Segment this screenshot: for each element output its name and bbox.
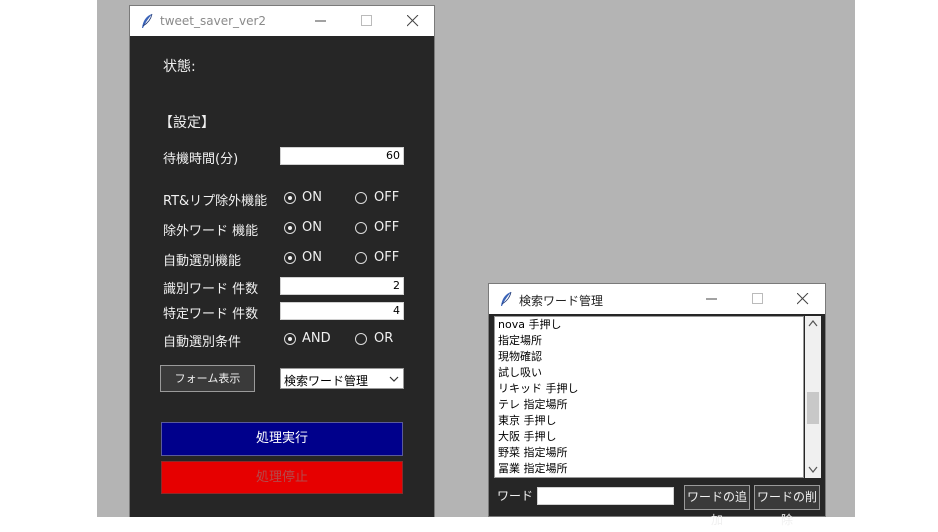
auto-select-condition-label: 自動選別条件 (163, 335, 242, 350)
specific-word-count-label: 特定ワード 件数 (163, 307, 259, 322)
list-item[interactable]: 冨業 指定場所 (498, 461, 568, 477)
run-button[interactable]: 処理実行 (161, 422, 403, 456)
list-item[interactable]: リキッド 手押し (498, 381, 579, 397)
auto-select-on-label: ON (302, 250, 322, 265)
minimize-button[interactable] (689, 284, 735, 314)
word-input[interactable] (537, 487, 674, 505)
list-item[interactable]: 大阪 手押し (498, 429, 557, 445)
search-word-window: 検索ワード管理 nova 手押し 指定場所 現物確認 試し吸い リキッド 手押し… (488, 283, 826, 527)
main-title-bar[interactable]: tweet_saver_ver2 (130, 6, 434, 36)
condition-and-label: AND (302, 331, 331, 346)
form-select-value: 検索ワード管理 (284, 374, 369, 388)
feather-icon (140, 13, 154, 29)
rt-reply-exclude-off-radio[interactable] (355, 192, 367, 204)
condition-and-radio[interactable] (284, 333, 296, 345)
scrollbar-thumb[interactable] (807, 392, 819, 424)
close-button[interactable] (390, 6, 436, 36)
scroll-up-icon[interactable] (808, 320, 818, 327)
close-button[interactable] (780, 284, 826, 314)
condition-or-radio[interactable] (355, 333, 367, 345)
list-item[interactable]: nova 手押し (498, 317, 561, 333)
add-word-button[interactable]: ワードの追加 (684, 485, 750, 527)
auto-select-off-radio[interactable] (355, 252, 367, 264)
sub-title-bar[interactable]: 検索ワード管理 (489, 284, 825, 314)
stop-button[interactable]: 処理停止 (161, 461, 403, 494)
rt-reply-exclude-off-label: OFF (374, 190, 400, 205)
exclude-word-off-label: OFF (374, 220, 400, 235)
chevron-down-icon (389, 376, 399, 382)
list-item[interactable]: 試し吸い (498, 365, 542, 381)
list-item[interactable]: 東京 手押し (498, 413, 557, 429)
main-window: tweet_saver_ver2 状態: 【設定】 待機時間(分) 60 RT&… (129, 5, 435, 517)
list-scrollbar[interactable] (805, 316, 821, 478)
form-select-dropdown[interactable]: 検索ワード管理 (280, 368, 404, 389)
main-window-title: tweet_saver_ver2 (160, 14, 267, 28)
auto-select-off-label: OFF (374, 250, 400, 265)
maximize-button[interactable] (344, 6, 390, 36)
exclude-word-on-radio[interactable] (284, 222, 296, 234)
delete-word-button[interactable]: ワードの削除 (754, 485, 820, 527)
form-display-button[interactable]: フォーム表示 (160, 365, 255, 392)
auto-select-on-radio[interactable] (284, 252, 296, 264)
rt-reply-exclude-on-radio[interactable] (284, 192, 296, 204)
condition-or-label: OR (374, 331, 394, 346)
exclude-word-off-radio[interactable] (355, 222, 367, 234)
minimize-button[interactable] (298, 6, 344, 36)
specific-word-count-input[interactable]: 4 (280, 302, 404, 320)
wait-time-label: 待機時間(分) (163, 152, 239, 167)
identify-word-count-label: 識別ワード 件数 (163, 282, 259, 297)
maximize-button[interactable] (735, 284, 781, 314)
auto-select-label: 自動選別機能 (163, 254, 242, 269)
scroll-down-icon[interactable] (808, 466, 818, 473)
sub-window-title: 検索ワード管理 (519, 294, 604, 308)
list-item[interactable]: 指定場所 (498, 333, 542, 349)
list-item[interactable]: 現物確認 (498, 349, 542, 365)
settings-header: 【設定】 (159, 115, 215, 131)
rt-reply-exclude-on-label: ON (302, 190, 322, 205)
exclude-word-label: 除外ワード 機能 (163, 224, 259, 239)
wait-time-input[interactable]: 60 (280, 147, 404, 165)
feather-icon (499, 291, 513, 307)
search-word-list[interactable]: nova 手押し 指定場所 現物確認 試し吸い リキッド 手押し テレ 指定場所… (494, 316, 804, 478)
list-item[interactable]: 野菜 指定場所 (498, 445, 568, 461)
identify-word-count-input[interactable]: 2 (280, 277, 404, 295)
status-label: 状態: (163, 59, 196, 75)
exclude-word-on-label: ON (302, 220, 322, 235)
rt-reply-exclude-label: RT&リプ除外機能 (163, 194, 268, 209)
word-label: ワード (497, 489, 534, 503)
list-item[interactable]: テレ 指定場所 (498, 397, 568, 413)
